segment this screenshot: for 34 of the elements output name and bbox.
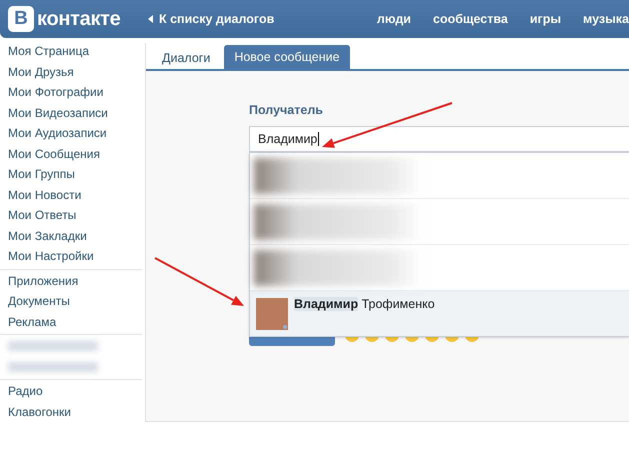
sidebar-link[interactable]: Мои Ответы [0, 205, 142, 226]
nav-link[interactable]: музыка [583, 12, 629, 26]
sidebar-link[interactable]: Клавогонки [0, 402, 142, 422]
sidebar-link[interactable]: Документы [0, 291, 142, 312]
back-arrow-icon [148, 15, 153, 23]
suggestion-row[interactable]: Владимир Трофименко [250, 291, 629, 336]
sidebar-link[interactable]: Мои Сообщения [0, 144, 142, 164]
back-link[interactable]: К списку диалогов [159, 12, 274, 26]
sidebar-link[interactable]: Приложения [0, 270, 142, 291]
suggestion-row[interactable] [250, 153, 629, 199]
sidebar-link[interactable]: Мои Новости [0, 184, 142, 205]
sidebar-link[interactable]: Мои Группы [0, 164, 142, 184]
sidebar-link[interactable]: Радио [0, 381, 142, 402]
nav-link[interactable]: сообщества [433, 12, 508, 26]
sidebar-link[interactable]: Моя Страница [0, 41, 142, 62]
sidebar-link[interactable]: Мои Настройки [0, 246, 142, 266]
tab[interactable]: Новое сообщение [224, 45, 350, 69]
sidebar-link[interactable]: Мои Закладки [0, 226, 142, 246]
recipient-label: Получатель [249, 103, 324, 117]
tab[interactable]: Диалоги [152, 47, 220, 69]
logo-text[interactable]: контакте [37, 8, 120, 30]
sidebar-link[interactable]: Мои Фотографии [0, 82, 142, 102]
avatar-photo-placeholder [256, 298, 288, 330]
nav-link[interactable]: люди [376, 12, 411, 26]
suggestion-row[interactable] [250, 245, 629, 291]
sidebar-link[interactable]: Мои Аудиозаписи [0, 123, 142, 144]
contact-name: Владимир Трофименко [294, 297, 435, 311]
suggestion-row[interactable] [250, 199, 629, 245]
nav-link[interactable]: игры [530, 12, 562, 26]
sidebar-link[interactable]: Реклама [0, 312, 142, 332]
sidebar-link[interactable]: Мои Друзья [0, 62, 142, 82]
logo-mark[interactable]: В [8, 6, 34, 32]
sidebar-link[interactable]: Мои Видеозаписи [0, 102, 142, 123]
recipient-input-field[interactable]: Владимир [249, 126, 629, 152]
